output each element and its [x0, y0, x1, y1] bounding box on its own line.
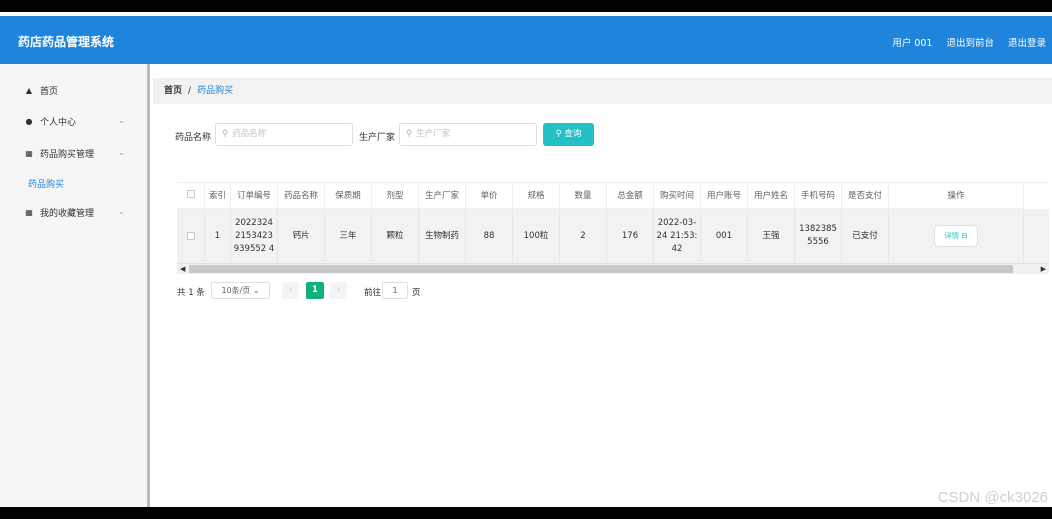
maker-input[interactable]: ⚲ 生产厂家 — [399, 123, 537, 146]
maker-label: 生产厂家 — [359, 133, 396, 143]
next-page-button[interactable]: › — [330, 282, 347, 299]
user-icon: ● — [25, 116, 33, 126]
current-user[interactable]: 用户 001 — [892, 35, 932, 49]
prev-page-button[interactable]: ‹ — [282, 282, 299, 299]
sidebar-item-profile[interactable]: ● 个人中心 ⌄ — [0, 106, 147, 136]
cell-form: 颗粒 — [372, 209, 419, 263]
header-action: 操作 — [889, 183, 1024, 209]
cell-account: 001 — [701, 209, 748, 263]
cell-total: 176 — [607, 209, 654, 263]
sidebar-item-label: 我的收藏管理 — [40, 208, 95, 219]
cell-price: 88 — [466, 209, 513, 263]
header-total: 总金额 — [607, 183, 654, 209]
scrollbar-thumb[interactable] — [189, 265, 1013, 273]
breadcrumb-home[interactable]: 首页 — [164, 86, 182, 96]
header-account: 用户账号 — [701, 183, 748, 209]
row-checkbox[interactable] — [186, 232, 195, 240]
header-select-all[interactable] — [177, 183, 205, 209]
table-header: 索引 订单编号 药品名称 保质期 剂型 生产厂家 单价 规格 数量 总金额 购买… — [177, 183, 1049, 209]
watermark: CSDN @ck3026 — [937, 489, 1048, 506]
table-row: 1 20223242153423939552 4 钙片 三年 颗粒 生物制药 8… — [177, 209, 1049, 263]
chevron-right-icon: › — [336, 285, 341, 295]
sidebar-item-label: 首页 — [40, 86, 59, 97]
header-paid: 是否支付 — [842, 183, 889, 209]
chevron-down-icon: ⌄ — [118, 207, 125, 216]
cell-qty: 2 — [560, 209, 607, 263]
app-title: 药店药品管理系统 — [18, 35, 115, 49]
sidebar: ▲ 首页 ● 个人中心 ⌄ ▦ 药品购买管理 ⌄ 药品购买 ▦ 我的收藏管理 ⌄ — [0, 64, 150, 507]
sidebar-item-label: 药品购买管理 — [40, 149, 95, 160]
detail-button[interactable]: 详情 ⊟ — [934, 225, 978, 247]
goto-page-input[interactable]: 1 — [382, 282, 408, 299]
pager-total: 共 1 条 — [177, 288, 205, 298]
row-select[interactable] — [177, 209, 205, 263]
chevron-left-icon: ‹ — [288, 285, 293, 295]
cell-index: 1 — [205, 209, 231, 263]
home-icon: ▲ — [25, 85, 33, 95]
header-username: 用户姓名 — [748, 183, 795, 209]
page-size-value: 10条/页 — [221, 286, 251, 295]
maker-placeholder: 生产厂家 — [416, 129, 451, 139]
query-button[interactable]: ⚲ 查询 — [543, 123, 594, 146]
cell-name: 钙片 — [278, 209, 325, 263]
header-form: 剂型 — [372, 183, 419, 209]
sidebar-item-label: 个人中心 — [40, 117, 77, 128]
search-icon: ⚲ — [406, 129, 413, 139]
exit-to-front-link[interactable]: 退出到前台 — [946, 35, 994, 49]
table-horizontal-scrollbar[interactable]: ◀ ▶ — [177, 263, 1049, 274]
name-label: 药品名称 — [175, 133, 212, 143]
app-window: 药店药品管理系统 用户 001 退出到前台 退出登录 ▲ 首页 ● 个人中心 ⌄… — [0, 12, 1052, 507]
goto-unit: 页 — [412, 288, 421, 298]
chevron-down-icon: ⌄ — [252, 286, 260, 295]
header-index: 索引 — [205, 183, 231, 209]
chevron-down-icon: ⌄ — [118, 116, 125, 125]
orders-table: 索引 订单编号 药品名称 保质期 剂型 生产厂家 单价 规格 数量 总金额 购买… — [177, 182, 1049, 263]
logout-link[interactable]: 退出登录 — [1008, 35, 1046, 49]
header-shelf: 保质期 — [325, 183, 372, 209]
page-number-current[interactable]: 1 — [306, 282, 324, 299]
cell-spec: 100粒 — [513, 209, 560, 263]
chevron-down-icon: ⌄ — [118, 148, 125, 157]
sidebar-item-favorites-mgmt[interactable]: ▦ 我的收藏管理 ⌄ — [0, 197, 147, 227]
breadcrumb-separator: / — [188, 86, 192, 96]
search-icon: ⚲ — [222, 129, 229, 139]
header-time: 购买时间 — [654, 183, 701, 209]
cell-maker: 生物制药 — [419, 209, 466, 263]
cell-paid: 已支付 — [842, 209, 889, 263]
cell-username: 王强 — [748, 209, 795, 263]
scroll-right-icon[interactable]: ▶ — [1041, 264, 1046, 274]
header-order: 订单编号 — [231, 183, 278, 209]
main-content: 首页 / 药品购买 药品名称 ⚲ 药品名称 生产厂家 ⚲ 生产厂家 ⚲ 查询 索引 订单… — [153, 64, 1052, 507]
select-all-checkbox[interactable] — [186, 190, 195, 198]
sidebar-item-home[interactable]: ▲ 首页 — [0, 75, 147, 105]
header-phone: 手机号码 — [795, 183, 842, 209]
sidebar-item-purchase[interactable]: 药品购买 — [0, 168, 147, 198]
top-bar: 药店药品管理系统 用户 001 退出到前台 退出登录 — [0, 16, 1052, 64]
breadcrumb: 首页 / 药品购买 — [153, 78, 1052, 104]
grid-icon: ▦ — [25, 148, 33, 158]
query-button-label: 查询 — [564, 129, 582, 139]
header-spec: 规格 — [513, 183, 560, 209]
cell-phone: 13823855556 — [795, 209, 842, 263]
cell-time: 2022-03-24 21:53:42 — [654, 209, 701, 263]
scroll-left-icon[interactable]: ◀ — [180, 264, 185, 274]
header-name: 药品名称 — [278, 183, 325, 209]
grid-icon: ▦ — [25, 207, 33, 217]
header-qty: 数量 — [560, 183, 607, 209]
header-price: 单价 — [466, 183, 513, 209]
sidebar-item-purchase-mgmt[interactable]: ▦ 药品购买管理 ⌄ — [0, 138, 147, 168]
breadcrumb-current: 药品购买 — [197, 86, 234, 96]
cell-order: 20223242153423939552 4 — [231, 209, 278, 263]
header-maker: 生产厂家 — [419, 183, 466, 209]
sidebar-item-label: 药品购买 — [28, 179, 65, 190]
name-placeholder: 药品名称 — [232, 129, 267, 139]
goto-label: 前往 — [364, 288, 382, 298]
top-actions: 用户 001 退出到前台 退出登录 — [892, 35, 1046, 49]
page-size-select[interactable]: 10条/页 ⌄ — [211, 282, 270, 299]
cell-shelf: 三年 — [325, 209, 372, 263]
cell-action: 详情 ⊟ — [889, 209, 1024, 263]
name-input[interactable]: ⚲ 药品名称 — [215, 123, 353, 146]
